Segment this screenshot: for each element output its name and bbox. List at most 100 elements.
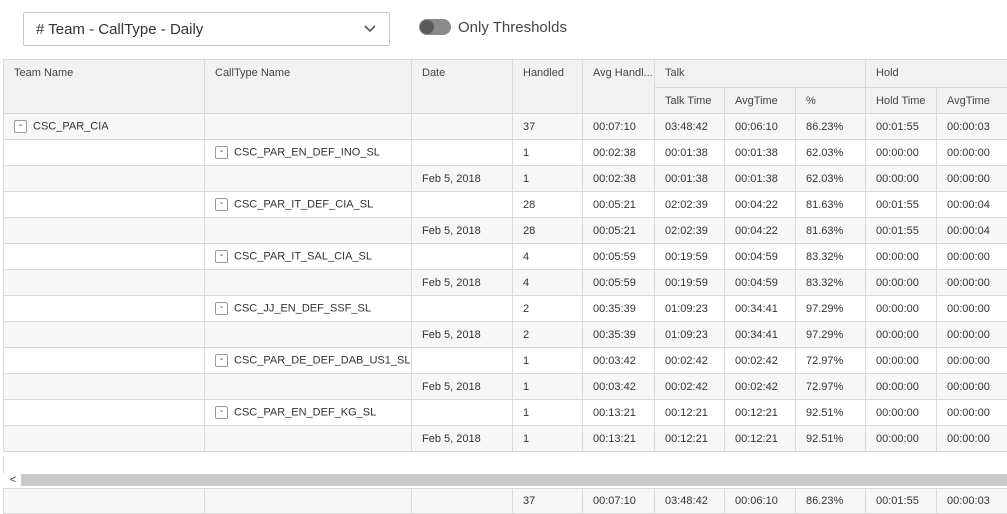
cell-text: 00:03:42 <box>593 354 636 367</box>
table-row[interactable]: Feb 5, 2018 28 00:05:21 02:02:39 00:04:22 81.… <box>3 217 1007 244</box>
cell-text: 00:00:00 <box>947 276 990 289</box>
cell-talk-time: 01:09:23 <box>654 321 725 348</box>
table-row[interactable]: Feb 5, 2018 2 00:35:39 01:09:23 00:34:41 97.2… <box>3 321 1007 348</box>
cell-text: 00:00:00 <box>947 146 990 159</box>
cell-text: 00:02:38 <box>593 172 636 185</box>
cell-team <box>3 373 205 400</box>
cell-avg-handle: 00:02:38 <box>582 139 655 166</box>
cell-date: Feb 5, 2018 <box>411 373 513 400</box>
only-thresholds-toggle[interactable] <box>419 19 451 35</box>
cell-handled: 2 <box>512 295 583 322</box>
header-avg-handle[interactable]: Avg Handl... <box>582 59 655 114</box>
collapse-row-icon[interactable]: - <box>14 120 27 133</box>
cell-date <box>411 191 513 218</box>
header-talk-avgtime[interactable]: AvgTime <box>724 87 796 114</box>
table-row[interactable]: Feb 5, 2018 1 00:03:42 00:02:42 00:02:42 72.9… <box>3 373 1007 400</box>
cell-text: 1 <box>523 146 530 159</box>
cell-date: Feb 5, 2018 <box>411 425 513 452</box>
cell-text: 00:01:38 <box>665 172 708 185</box>
cell-text: 81.63% <box>806 198 844 211</box>
collapse-row-icon[interactable]: - <box>215 250 228 263</box>
collapse-row-icon[interactable]: - <box>215 302 228 315</box>
cell-text: 1 <box>523 432 530 445</box>
header-talk-time[interactable]: Talk Time <box>654 87 725 114</box>
table-row[interactable]: - CSC_PAR_IT_DEF_CIA_SL 28 00:05:21 02:02:39… <box>3 191 1007 218</box>
cell-date <box>411 243 513 270</box>
report-selector-dropdown[interactable]: # Team - CallType - Daily <box>23 12 390 46</box>
cell-text: 00:13:21 <box>593 432 636 445</box>
cell-text: 01:09:23 <box>665 302 708 315</box>
header-talk-pct[interactable]: % <box>794 87 867 114</box>
cell-talk-pct: 97.29% <box>794 321 867 348</box>
totals-hold-avg: 00:00:03 <box>936 488 1007 514</box>
cell-talk-avg: 00:01:38 <box>724 165 796 192</box>
cell-talk-avg: 00:04:59 <box>724 269 796 296</box>
table-row[interactable]: Feb 5, 2018 1 00:13:21 00:12:21 00:12:21 92.5… <box>3 425 1007 452</box>
cell-date <box>411 113 513 140</box>
cell-text: 72.97% <box>806 354 844 367</box>
cell-text: 83.32% <box>806 276 844 289</box>
collapse-row-icon[interactable]: - <box>215 198 228 211</box>
cell-team <box>3 139 205 166</box>
table-row[interactable]: Feb 5, 2018 4 00:05:59 00:19:59 00:04:59 83.3… <box>3 269 1007 296</box>
cell-talk-avg: 00:12:21 <box>724 425 796 452</box>
header-handled[interactable]: Handled <box>512 59 583 114</box>
cell-talk-avg: 00:06:10 <box>724 113 796 140</box>
scroll-left-arrow-icon[interactable]: < <box>6 473 20 487</box>
collapse-row-icon[interactable]: - <box>215 406 228 419</box>
cell-text: 62.03% <box>806 146 844 159</box>
cell-talk-avg: 00:34:41 <box>724 321 796 348</box>
cell-handled: 4 <box>512 269 583 296</box>
cell-text: Feb 5, 2018 <box>422 276 481 289</box>
cell-text: Feb 5, 2018 <box>422 172 481 185</box>
horizontal-scrollbar[interactable]: < <box>3 473 1007 487</box>
cell-text: Feb 5, 2018 <box>422 328 481 341</box>
collapse-row-icon[interactable]: - <box>215 146 228 159</box>
toolbar: # Team - CallType - Daily Only Threshold… <box>0 0 1007 56</box>
cell-avg-handle: 00:05:21 <box>582 217 655 244</box>
cell-talk-time: 01:09:23 <box>654 295 725 322</box>
header-hold-avgtime[interactable]: AvgTime <box>936 87 1007 114</box>
cell-text: 00:12:21 <box>665 432 708 445</box>
cell-hold-avg: 00:00:00 <box>936 165 1007 192</box>
cell-calltype: - CSC_PAR_EN_DEF_INO_SL <box>204 139 412 166</box>
totals-talk-time: 03:48:42 <box>654 488 725 514</box>
cell-text: 00:02:42 <box>735 354 778 367</box>
cell-talk-pct: 72.97% <box>794 373 867 400</box>
cell-talk-pct: 72.97% <box>794 347 867 374</box>
cell-handled: 1 <box>512 425 583 452</box>
table-row[interactable]: - CSC_JJ_EN_DEF_SSF_SL 2 00:35:39 01:09:23 00… <box>3 295 1007 322</box>
cell-text: 00:03:42 <box>593 380 636 393</box>
cell-text: CSC_PAR_EN_DEF_INO_SL <box>234 146 380 159</box>
header-date[interactable]: Date <box>411 59 513 114</box>
cell-handled: 28 <box>512 191 583 218</box>
cell-hold-avg: 00:00:00 <box>936 321 1007 348</box>
header-hold-time[interactable]: Hold Time <box>865 87 938 114</box>
header-team-name[interactable]: Team Name <box>3 59 205 114</box>
cell-avg-handle: 00:02:38 <box>582 165 655 192</box>
cell-avg-handle: 00:35:39 <box>582 295 655 322</box>
cell-text: 00:00:00 <box>876 146 919 159</box>
cell-text: 00:05:59 <box>593 250 636 263</box>
cell-team <box>3 347 205 374</box>
table-row[interactable]: Feb 5, 2018 1 00:02:38 00:01:38 00:01:38 62.0… <box>3 165 1007 192</box>
cell-text: Feb 5, 2018 <box>422 224 481 237</box>
cell-text: CSC_PAR_IT_SAL_CIA_SL <box>234 250 372 263</box>
table-row[interactable]: - CSC_PAR_CIA 37 00:07:10 03:48:42 00:06:10 86… <box>3 113 1007 140</box>
table-row[interactable]: - CSC_PAR_EN_DEF_KG_SL 1 00:13:21 00:12:21 00… <box>3 399 1007 426</box>
cell-hold-time: 00:00:00 <box>865 243 938 270</box>
table-row[interactable]: - CSC_PAR_EN_DEF_INO_SL 1 00:02:38 00:01:38 0… <box>3 139 1007 166</box>
cell-text: 1 <box>523 172 530 185</box>
cell-date: Feb 5, 2018 <box>411 321 513 348</box>
cell-talk-avg: 00:02:42 <box>724 347 796 374</box>
cell-text: 00:00:00 <box>876 172 919 185</box>
scrollbar-thumb[interactable] <box>21 474 1007 486</box>
only-thresholds-label: Only Thresholds <box>458 19 567 36</box>
toggle-knob <box>420 20 434 34</box>
cell-talk-avg: 00:01:38 <box>724 139 796 166</box>
table-row[interactable]: - CSC_PAR_DE_DEF_DAB_US1_SL 1 00:03:42 00:02… <box>3 347 1007 374</box>
collapse-row-icon[interactable]: - <box>215 354 228 367</box>
cell-hold-avg: 00:00:04 <box>936 191 1007 218</box>
table-row[interactable]: - CSC_PAR_IT_SAL_CIA_SL 4 00:05:59 00:19:59 0… <box>3 243 1007 270</box>
header-calltype-name[interactable]: CallType Name <box>204 59 412 114</box>
